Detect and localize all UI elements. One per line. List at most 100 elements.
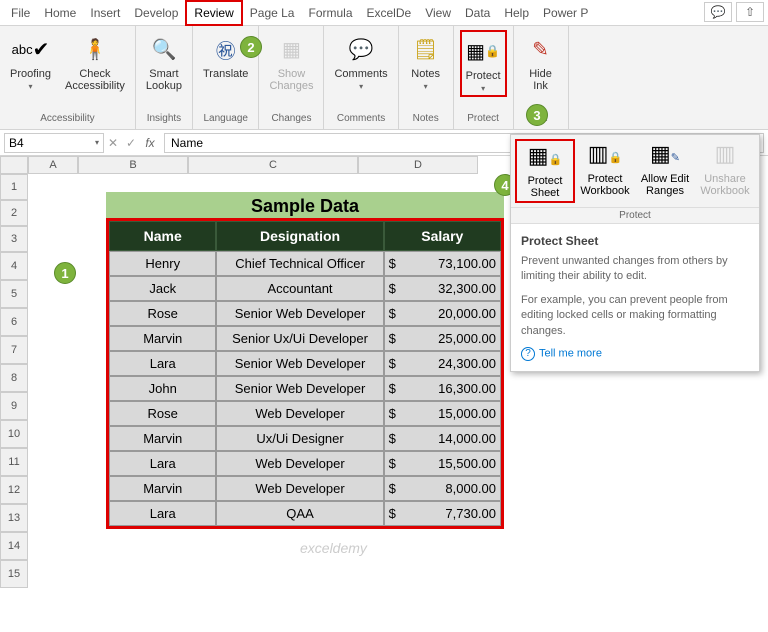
cell-name[interactable]: Marvin [109,476,216,501]
row-3[interactable]: 3 [0,226,28,252]
tab-home[interactable]: Home [37,2,83,24]
row-1[interactable]: 1 [0,174,28,200]
cell-name[interactable]: Rose [109,301,216,326]
cell-name[interactable]: John [109,376,216,401]
protect-workbook-button[interactable]: ▥🔒 Protect Workbook [575,139,635,203]
cell-designation[interactable]: Accountant [216,276,383,301]
cell-name[interactable]: Lara [109,501,216,526]
table-row[interactable]: LaraWeb Developer$15,500.00 [109,451,501,476]
cell-salary[interactable]: $15,500.00 [384,451,501,476]
table-row[interactable]: HenryChief Technical Officer$73,100.00 [109,251,501,276]
cell-salary[interactable]: $14,000.00 [384,426,501,451]
tab-view[interactable]: View [418,2,458,24]
tab-help[interactable]: Help [497,2,536,24]
check-accessibility-button[interactable]: 🧍 Check Accessibility [61,30,129,94]
row-12[interactable]: 12 [0,476,28,504]
col-D[interactable]: D [358,156,478,174]
tell-me-more-link[interactable]: ?Tell me more [521,347,749,361]
col-A[interactable]: A [28,156,78,174]
proofing-button[interactable]: abc✔ Proofing▾ [6,30,55,93]
share-button[interactable]: ⇧ [736,2,764,22]
hide-ink-button[interactable]: ✎ Hide Ink [520,30,562,94]
cancel-formula[interactable]: ✕ [104,136,122,150]
tab-developer[interactable]: Develop [127,2,185,24]
table-row[interactable]: JackAccountant$32,300.00 [109,276,501,301]
cell-designation[interactable]: QAA [216,501,383,526]
table-row[interactable]: MarvinWeb Developer$8,000.00 [109,476,501,501]
tab-powerpivot[interactable]: Power P [536,2,595,24]
table-row[interactable]: RoseWeb Developer$15,000.00 [109,401,501,426]
cell-designation[interactable]: Web Developer [216,451,383,476]
table-row[interactable]: MarvinSenior Ux/Ui Developer$25,000.00 [109,326,501,351]
protect-workbook-icon: ▥🔒 [588,141,623,173]
cell-name[interactable]: Rose [109,401,216,426]
cell-designation[interactable]: Web Developer [216,476,383,501]
tab-data[interactable]: Data [458,2,497,24]
protect-button[interactable]: ▦🔒 Protect▾ [460,30,507,97]
cell-designation[interactable]: Senior Web Developer [216,301,383,326]
row-9[interactable]: 9 [0,392,28,420]
row-6[interactable]: 6 [0,308,28,336]
row-14[interactable]: 14 [0,532,28,560]
col-B[interactable]: B [78,156,188,174]
tab-review[interactable]: Review [185,0,242,26]
tab-exceldemy[interactable]: ExcelDe [360,2,419,24]
notes-button[interactable]: 🗒 Notes▾ [405,30,447,93]
name-box[interactable]: B4▾ [4,133,104,153]
cell-salary[interactable]: $7,730.00 [384,501,501,526]
row-15[interactable]: 15 [0,560,28,588]
row-10[interactable]: 10 [0,420,28,448]
cell-designation[interactable]: Ux/Ui Designer [216,426,383,451]
fx-icon[interactable]: fx [140,136,160,150]
tab-formulas[interactable]: Formula [301,2,359,24]
table-row[interactable]: LaraQAA$7,730.00 [109,501,501,526]
cell-designation[interactable]: Web Developer [216,401,383,426]
tab-file[interactable]: File [4,2,37,24]
select-all-cell[interactable] [0,156,28,174]
tab-pagelayout[interactable]: Page La [243,2,302,24]
row-13[interactable]: 13 [0,504,28,532]
cell-salary[interactable]: $73,100.00 [384,251,501,276]
allow-edit-ranges-button[interactable]: ▦✎ Allow Edit Ranges [635,139,695,203]
cell-salary[interactable]: $32,300.00 [384,276,501,301]
row-2[interactable]: 2 [0,200,28,226]
header-name[interactable]: Name [109,221,216,251]
table-row[interactable]: RoseSenior Web Developer$20,000.00 [109,301,501,326]
cell-salary[interactable]: $20,000.00 [384,301,501,326]
cell-name[interactable]: Henry [109,251,216,276]
protect-sheet-button[interactable]: ▦🔒 Protect Sheet [515,139,575,203]
cell-salary[interactable]: $15,000.00 [384,401,501,426]
cell-salary[interactable]: $8,000.00 [384,476,501,501]
row-4[interactable]: 4 [0,252,28,280]
row-8[interactable]: 8 [0,364,28,392]
tab-insert[interactable]: Insert [83,2,127,24]
cell-designation[interactable]: Senior Ux/Ui Developer [216,326,383,351]
unshare-icon: ▥ [715,141,736,173]
cell-name[interactable]: Marvin [109,426,216,451]
row-7[interactable]: 7 [0,336,28,364]
smart-lookup-button[interactable]: 🔍 Smart Lookup [142,30,186,94]
table-row[interactable]: JohnSenior Web Developer$16,300.00 [109,376,501,401]
cell-salary[interactable]: $24,300.00 [384,351,501,376]
table-row[interactable]: MarvinUx/Ui Designer$14,000.00 [109,426,501,451]
comments-toggle[interactable]: 💬 [704,2,732,22]
cell-salary[interactable]: $25,000.00 [384,326,501,351]
cell-name[interactable]: Jack [109,276,216,301]
header-designation[interactable]: Designation [216,221,383,251]
table-row[interactable]: LaraSenior Web Developer$24,300.00 [109,351,501,376]
tooltip-body-1: Prevent unwanted changes from others by … [521,254,749,285]
row-11[interactable]: 11 [0,448,28,476]
cell-designation[interactable]: Senior Web Developer [216,376,383,401]
cell-name[interactable]: Marvin [109,326,216,351]
header-salary[interactable]: Salary [384,221,501,251]
cell-salary[interactable]: $16,300.00 [384,376,501,401]
comments-button[interactable]: 💬 Comments▾ [330,30,391,93]
row-5[interactable]: 5 [0,280,28,308]
col-C[interactable]: C [188,156,358,174]
cell-name[interactable]: Lara [109,351,216,376]
cell-designation[interactable]: Chief Technical Officer [216,251,383,276]
cell-designation[interactable]: Senior Web Developer [216,351,383,376]
comment-icon: 💬 [349,32,374,66]
cell-name[interactable]: Lara [109,451,216,476]
enter-formula[interactable]: ✓ [122,136,140,150]
